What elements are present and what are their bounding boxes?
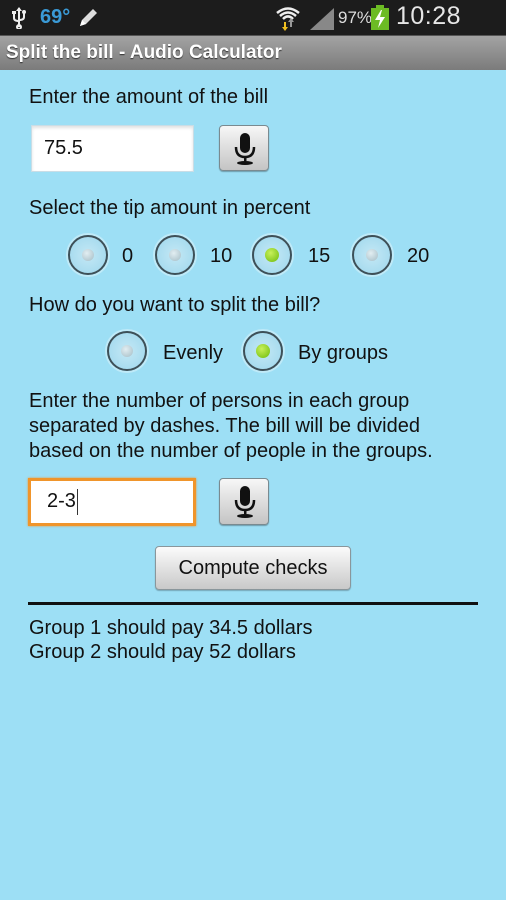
tip-radio-10[interactable] [155,235,195,275]
microphone-icon [234,486,256,518]
tip-radio-0-label[interactable]: 0 [122,245,133,268]
battery-charging-icon [371,5,389,30]
groups-voice-input-button[interactable] [219,478,269,525]
split-radio-by-groups-label[interactable]: By groups [298,342,388,365]
tip-radio-10-label[interactable]: 10 [210,245,232,268]
microphone-icon [234,133,256,165]
groups-input[interactable]: 2-3 [28,478,196,526]
app-title: Split the bill - Audio Calculator [6,42,282,63]
split-radio-evenly-label[interactable]: Evenly [163,342,223,365]
result-group-2: Group 2 should pay 52 dollars [29,641,296,663]
radio-indicator-checked [265,248,279,262]
wifi-icon [276,7,300,31]
radio-indicator [169,249,181,261]
signal-icon [310,8,334,30]
tip-radio-0[interactable] [68,235,108,275]
groups-instructions-line-2: separated by dashes. The bill will be di… [29,415,420,437]
radio-indicator [121,345,133,357]
split-method-label: How do you want to split the bill? [29,294,321,316]
tip-label: Select the tip amount in percent [29,197,311,219]
bill-voice-input-button[interactable] [219,125,269,171]
radio-indicator [366,249,378,261]
compute-checks-button[interactable]: Compute checks [155,546,351,590]
tip-radio-15[interactable] [252,235,292,275]
status-bar: 69° 97% 10:28 PM [0,0,506,59]
groups-instructions-line-1: Enter the number of persons in each grou… [29,390,410,412]
radio-indicator [82,249,94,261]
battery-percentage: 97% [338,8,373,27]
bill-amount-label: Enter the amount of the bill [29,86,269,108]
split-radio-evenly[interactable] [107,331,147,371]
usb-icon [12,7,26,29]
temperature-readout: 69° [40,6,71,28]
pencil-icon [80,9,97,26]
result-group-1: Group 1 should pay 34.5 dollars [29,617,313,639]
groups-input-value: 2-3 [47,490,76,512]
tip-radio-20[interactable] [352,235,392,275]
title-bar: Split the bill - Audio Calculator [0,35,506,70]
tip-radio-15-label[interactable]: 15 [308,245,330,268]
tip-radio-20-label[interactable]: 20 [407,245,429,268]
split-radio-by-groups[interactable] [243,331,283,371]
radio-indicator-checked [256,344,270,358]
bill-amount-value: 75.5 [44,137,83,159]
groups-instructions-line-3: based on the number of people in the gro… [29,440,433,462]
bill-amount-input[interactable]: 75.5 [31,125,194,172]
text-cursor [76,488,78,515]
results-divider [28,602,478,605]
